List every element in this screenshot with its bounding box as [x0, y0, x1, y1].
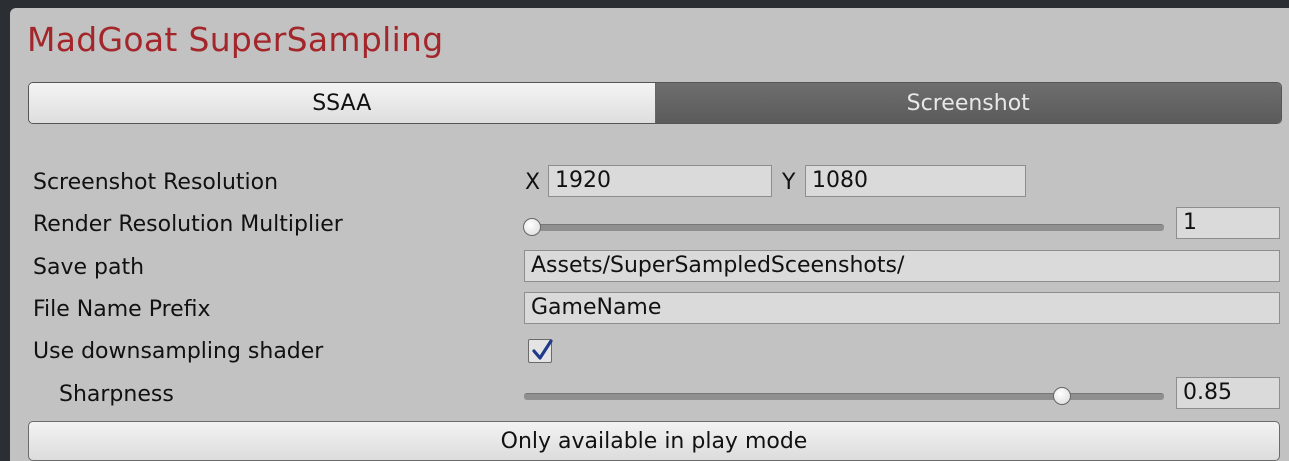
checkmark-icon — [532, 339, 553, 360]
tab-ssaa[interactable]: SSAA — [29, 83, 656, 123]
render-multiplier-slider-track[interactable] — [524, 224, 1164, 231]
file-prefix-field[interactable]: GameName — [524, 292, 1280, 324]
resolution-x-field[interactable]: 1920 — [548, 165, 772, 197]
resolution-y-label: Y — [782, 170, 796, 195]
sharpness-field[interactable]: 0.85 — [1176, 377, 1280, 409]
render-multiplier-label: Render Resolution Multiplier — [33, 212, 343, 237]
save-path-label: Save path — [33, 255, 145, 280]
inspector-panel: MadGoat SuperSampling SSAA Screenshot Sc… — [10, 8, 1289, 461]
save-path-field[interactable]: Assets/SuperSampledSceenshots/ — [524, 250, 1280, 282]
sharpness-label: Sharpness — [59, 382, 174, 407]
resolution-x-label: X — [525, 170, 541, 195]
tab-screenshot[interactable]: Screenshot — [655, 83, 1281, 123]
downsampling-checkbox[interactable] — [528, 339, 553, 363]
resolution-y-field[interactable]: 1080 — [805, 165, 1026, 197]
sharpness-slider-thumb[interactable] — [1053, 387, 1071, 405]
render-multiplier-slider-thumb[interactable] — [523, 218, 541, 236]
screenshot-resolution-label: Screenshot Resolution — [33, 170, 279, 195]
render-multiplier-field[interactable]: 1 — [1176, 207, 1280, 239]
mode-tab-bar: SSAA Screenshot — [28, 82, 1282, 124]
panel-title: MadGoat SuperSampling — [27, 20, 444, 59]
file-prefix-label: File Name Prefix — [33, 297, 211, 322]
downsampling-label: Use downsampling shader — [33, 339, 324, 364]
play-mode-button[interactable]: Only available in play mode — [28, 421, 1280, 461]
